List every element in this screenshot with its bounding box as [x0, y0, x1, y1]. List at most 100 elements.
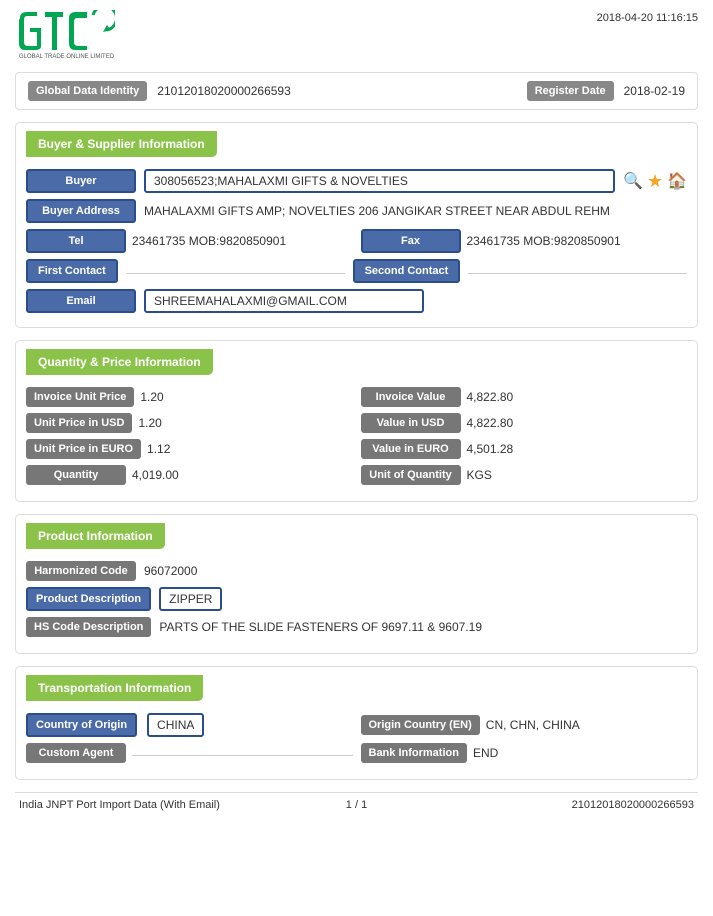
country-origin-row: Country of Origin CHINA Origin Country (…	[26, 713, 687, 737]
footer-pagination: 1 / 1	[244, 799, 469, 811]
svg-text:GLOBAL TRADE ONLINE LIMITED: GLOBAL TRADE ONLINE LIMITED	[19, 54, 115, 60]
footer-right-text: 21012018020000266593	[469, 799, 694, 811]
invoice-row: Invoice Unit Price 1.20 Invoice Value 4,…	[26, 387, 687, 407]
invoice-value-col: Invoice Value 4,822.80	[361, 387, 688, 407]
email-row: Email SHREEMAHALAXMI@GMAIL.COM	[26, 289, 687, 313]
invoice-unit-price-label: Invoice Unit Price	[26, 387, 134, 407]
transportation-section: Transportation Information Country of Or…	[15, 666, 698, 780]
custom-agent-label: Custom Agent	[26, 743, 126, 763]
transportation-body: Country of Origin CHINA Origin Country (…	[16, 707, 697, 779]
custom-agent-col: Custom Agent	[26, 743, 353, 763]
quantity-price-section: Quantity & Price Information Invoice Uni…	[15, 340, 698, 502]
buyer-row: Buyer 308056523;MAHALAXMI GIFTS & NOVELT…	[26, 169, 687, 193]
contact-row: First Contact Second Contact	[26, 259, 687, 283]
star-icon[interactable]: ★	[647, 171, 663, 192]
page-footer: India JNPT Port Import Data (With Email)…	[15, 792, 698, 817]
first-contact-button[interactable]: First Contact	[26, 259, 118, 283]
origin-country-en-col: Origin Country (EN) CN, CHN, CHINA	[361, 715, 688, 735]
product-description-value: ZIPPER	[159, 587, 222, 611]
quantity-price-header: Quantity & Price Information	[26, 349, 213, 375]
buyer-supplier-body: Buyer 308056523;MAHALAXMI GIFTS & NOVELT…	[16, 163, 697, 327]
unit-price-usd-value: 1.20	[138, 414, 352, 432]
buyer-address-row: Buyer Address MAHALAXMI GIFTS AMP; NOVEL…	[26, 199, 687, 223]
global-data-identity-label: Global Data Identity	[28, 81, 147, 101]
fax-col: Fax 23461735 MOB:9820850901	[361, 229, 688, 253]
product-info-section: Product Information Harmonized Code 9607…	[15, 514, 698, 654]
fax-value: 23461735 MOB:9820850901	[467, 232, 688, 250]
unit-price-usd-col: Unit Price in USD 1.20	[26, 413, 353, 433]
quantity-row: Quantity 4,019.00 Unit of Quantity KGS	[26, 465, 687, 485]
search-icon[interactable]: 🔍	[623, 171, 643, 191]
custom-bank-row: Custom Agent Bank Information END	[26, 743, 687, 763]
harmonized-code-row: Harmonized Code 96072000	[26, 561, 687, 581]
value-euro-value: 4,501.28	[467, 440, 688, 458]
quantity-col: Quantity 4,019.00	[26, 465, 353, 485]
home-icon[interactable]: 🏠	[667, 171, 687, 191]
top-info-bar: Global Data Identity 2101201802000026659…	[15, 72, 698, 110]
global-data-identity-value: 21012018020000266593	[157, 84, 516, 98]
tel-value: 23461735 MOB:9820850901	[132, 232, 353, 250]
hs-code-description-row: HS Code Description PARTS OF THE SLIDE F…	[26, 617, 687, 637]
origin-country-en-value: CN, CHN, CHINA	[486, 716, 687, 734]
country-of-origin-label: Country of Origin	[26, 713, 137, 737]
buyer-value: 308056523;MAHALAXMI GIFTS & NOVELTIES	[144, 169, 615, 193]
value-usd-label: Value in USD	[361, 413, 461, 433]
country-of-origin-col: Country of Origin CHINA	[26, 713, 353, 737]
unit-price-euro-col: Unit Price in EURO 1.12	[26, 439, 353, 459]
unit-of-quantity-col: Unit of Quantity KGS	[361, 465, 688, 485]
quantity-label: Quantity	[26, 465, 126, 485]
buyer-supplier-header: Buyer & Supplier Information	[26, 131, 217, 157]
hs-code-description-label: HS Code Description	[26, 617, 151, 637]
invoice-value-label: Invoice Value	[361, 387, 461, 407]
first-contact-value	[126, 269, 345, 274]
hs-code-description-value: PARTS OF THE SLIDE FASTENERS OF 9697.11 …	[159, 618, 687, 636]
bank-information-col: Bank Information END	[361, 743, 688, 763]
buyer-label: Buyer	[26, 169, 136, 193]
usd-row: Unit Price in USD 1.20 Value in USD 4,82…	[26, 413, 687, 433]
email-value: SHREEMAHALAXMI@GMAIL.COM	[144, 289, 424, 313]
bank-information-value: END	[473, 744, 687, 762]
footer-left-text: India JNPT Port Import Data (With Email)	[19, 799, 244, 811]
header: GLOBAL TRADE ONLINE LIMITED 2018-04-20 1…	[15, 10, 698, 60]
quantity-value: 4,019.00	[132, 466, 353, 484]
unit-price-euro-value: 1.12	[147, 440, 352, 458]
register-date-label: Register Date	[527, 81, 614, 101]
value-usd-value: 4,822.80	[467, 414, 688, 432]
buyer-icons: 🔍 ★ 🏠	[623, 171, 687, 192]
second-contact-value	[468, 269, 687, 274]
tel-col: Tel 23461735 MOB:9820850901	[26, 229, 353, 253]
invoice-unit-price-col: Invoice Unit Price 1.20	[26, 387, 353, 407]
harmonized-code-label: Harmonized Code	[26, 561, 136, 581]
invoice-unit-price-value: 1.20	[140, 388, 352, 406]
product-info-header: Product Information	[26, 523, 165, 549]
second-contact-button[interactable]: Second Contact	[353, 259, 461, 283]
product-description-label: Product Description	[26, 587, 151, 611]
value-usd-col: Value in USD 4,822.80	[361, 413, 688, 433]
invoice-value-value: 4,822.80	[467, 388, 688, 406]
value-euro-label: Value in EURO	[361, 439, 461, 459]
euro-row: Unit Price in EURO 1.12 Value in EURO 4,…	[26, 439, 687, 459]
origin-country-en-label: Origin Country (EN)	[361, 715, 480, 735]
unit-of-quantity-value: KGS	[467, 466, 688, 484]
buyer-address-value: MAHALAXMI GIFTS AMP; NOVELTIES 206 JANGI…	[144, 202, 687, 220]
tel-fax-row: Tel 23461735 MOB:9820850901 Fax 23461735…	[26, 229, 687, 253]
transportation-header: Transportation Information	[26, 675, 203, 701]
value-euro-col: Value in EURO 4,501.28	[361, 439, 688, 459]
product-description-row: Product Description ZIPPER	[26, 587, 687, 611]
unit-of-quantity-label: Unit of Quantity	[361, 465, 461, 485]
product-info-body: Harmonized Code 96072000 Product Descrip…	[16, 555, 697, 653]
gtc-logo: GLOBAL TRADE ONLINE LIMITED	[15, 10, 115, 60]
register-date-value: 2018-02-19	[624, 84, 685, 98]
timestamp: 2018-04-20 11:16:15	[597, 10, 698, 24]
buyer-supplier-section: Buyer & Supplier Information Buyer 30805…	[15, 122, 698, 328]
unit-price-usd-label: Unit Price in USD	[26, 413, 132, 433]
fax-label: Fax	[361, 229, 461, 253]
logo-area: GLOBAL TRADE ONLINE LIMITED	[15, 10, 115, 60]
bank-information-label: Bank Information	[361, 743, 467, 763]
quantity-price-body: Invoice Unit Price 1.20 Invoice Value 4,…	[16, 381, 697, 501]
harmonized-code-value: 96072000	[144, 562, 687, 580]
custom-agent-value	[132, 751, 353, 756]
email-label: Email	[26, 289, 136, 313]
tel-label: Tel	[26, 229, 126, 253]
buyer-address-label: Buyer Address	[26, 199, 136, 223]
